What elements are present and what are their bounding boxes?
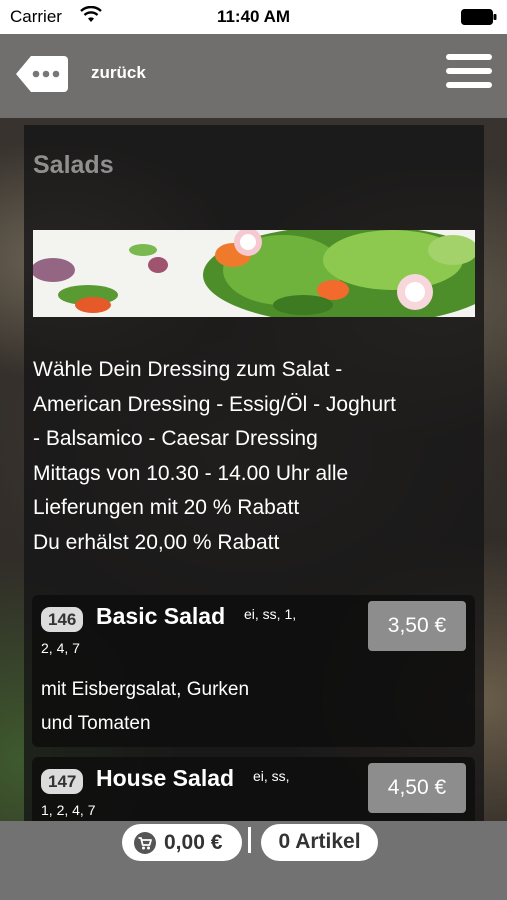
- item-description-line: und Tomaten: [41, 713, 151, 734]
- cart-item-count: 0 Artikel: [278, 830, 361, 853]
- category-title: Salads: [33, 151, 114, 179]
- cart-amount: 0,00 €: [164, 831, 223, 854]
- item-description-line: mit Eisbergsalat, Gurken: [41, 679, 250, 700]
- item-description: mit Eisbergsalat, Gurken und Tomaten: [41, 673, 249, 741]
- cart-total-button[interactable]: 0,00 €: [122, 824, 242, 861]
- menu-item[interactable]: 146 Basic Salad ei, ss, 1, 2, 4, 7 3,50 …: [32, 595, 475, 747]
- description-line: Mittags von 10.30 - 14.00 Uhr alle: [33, 461, 349, 485]
- item-name: House Salad: [96, 765, 235, 791]
- cart-items-button[interactable]: 0 Artikel: [261, 824, 378, 861]
- item-allergens: ei, ss, 1,: [244, 606, 297, 622]
- description-line: American Dressing - Essig/Öl - Joghurt: [33, 392, 396, 416]
- divider: [248, 827, 251, 853]
- description-line: - Balsamico - Caesar Dressing: [33, 427, 318, 451]
- hamburger-icon[interactable]: [446, 54, 492, 94]
- menu-item[interactable]: 147 House Salad ei, ss, 1, 2, 4, 7 4,50 …: [32, 757, 475, 821]
- add-to-cart-price-button[interactable]: 4,50 €: [368, 763, 466, 813]
- back-tag-icon[interactable]: [15, 54, 69, 94]
- item-allergens: ei, ss,: [253, 768, 290, 784]
- description-line: Du erhälst 20,00 % Rabatt: [33, 530, 280, 554]
- category-panel: Salads Wähle Dein Dressing zum Salat - A…: [24, 125, 484, 821]
- cart-icon: [134, 832, 156, 854]
- description-line: Lieferungen mit 20 % Rabatt: [33, 496, 300, 520]
- item-number-badge: 146: [41, 607, 84, 632]
- cart-bar: 0,00 € 0 Artikel: [0, 821, 507, 900]
- add-to-cart-price-button[interactable]: 3,50 €: [368, 601, 466, 651]
- item-number-badge: 147: [41, 769, 84, 794]
- clock: 11:40 AM: [216, 7, 291, 26]
- battery-icon: [461, 9, 497, 25]
- back-button-label[interactable]: zurück: [91, 63, 146, 83]
- description-line: Wähle Dein Dressing zum Salat -: [33, 358, 343, 381]
- item-allergens-cont: 1, 2, 4, 7: [41, 802, 96, 818]
- salad-photo: [33, 230, 475, 317]
- category-description: Wähle Dein Dressing zum Salat - American…: [33, 353, 481, 561]
- item-allergens-cont: 2, 4, 7: [41, 640, 80, 656]
- category-banner-image: [33, 230, 475, 317]
- status-bar: Carrier 11:40 AM: [0, 0, 507, 34]
- nav-bar: zurück: [0, 34, 507, 118]
- item-name: Basic Salad: [96, 603, 226, 629]
